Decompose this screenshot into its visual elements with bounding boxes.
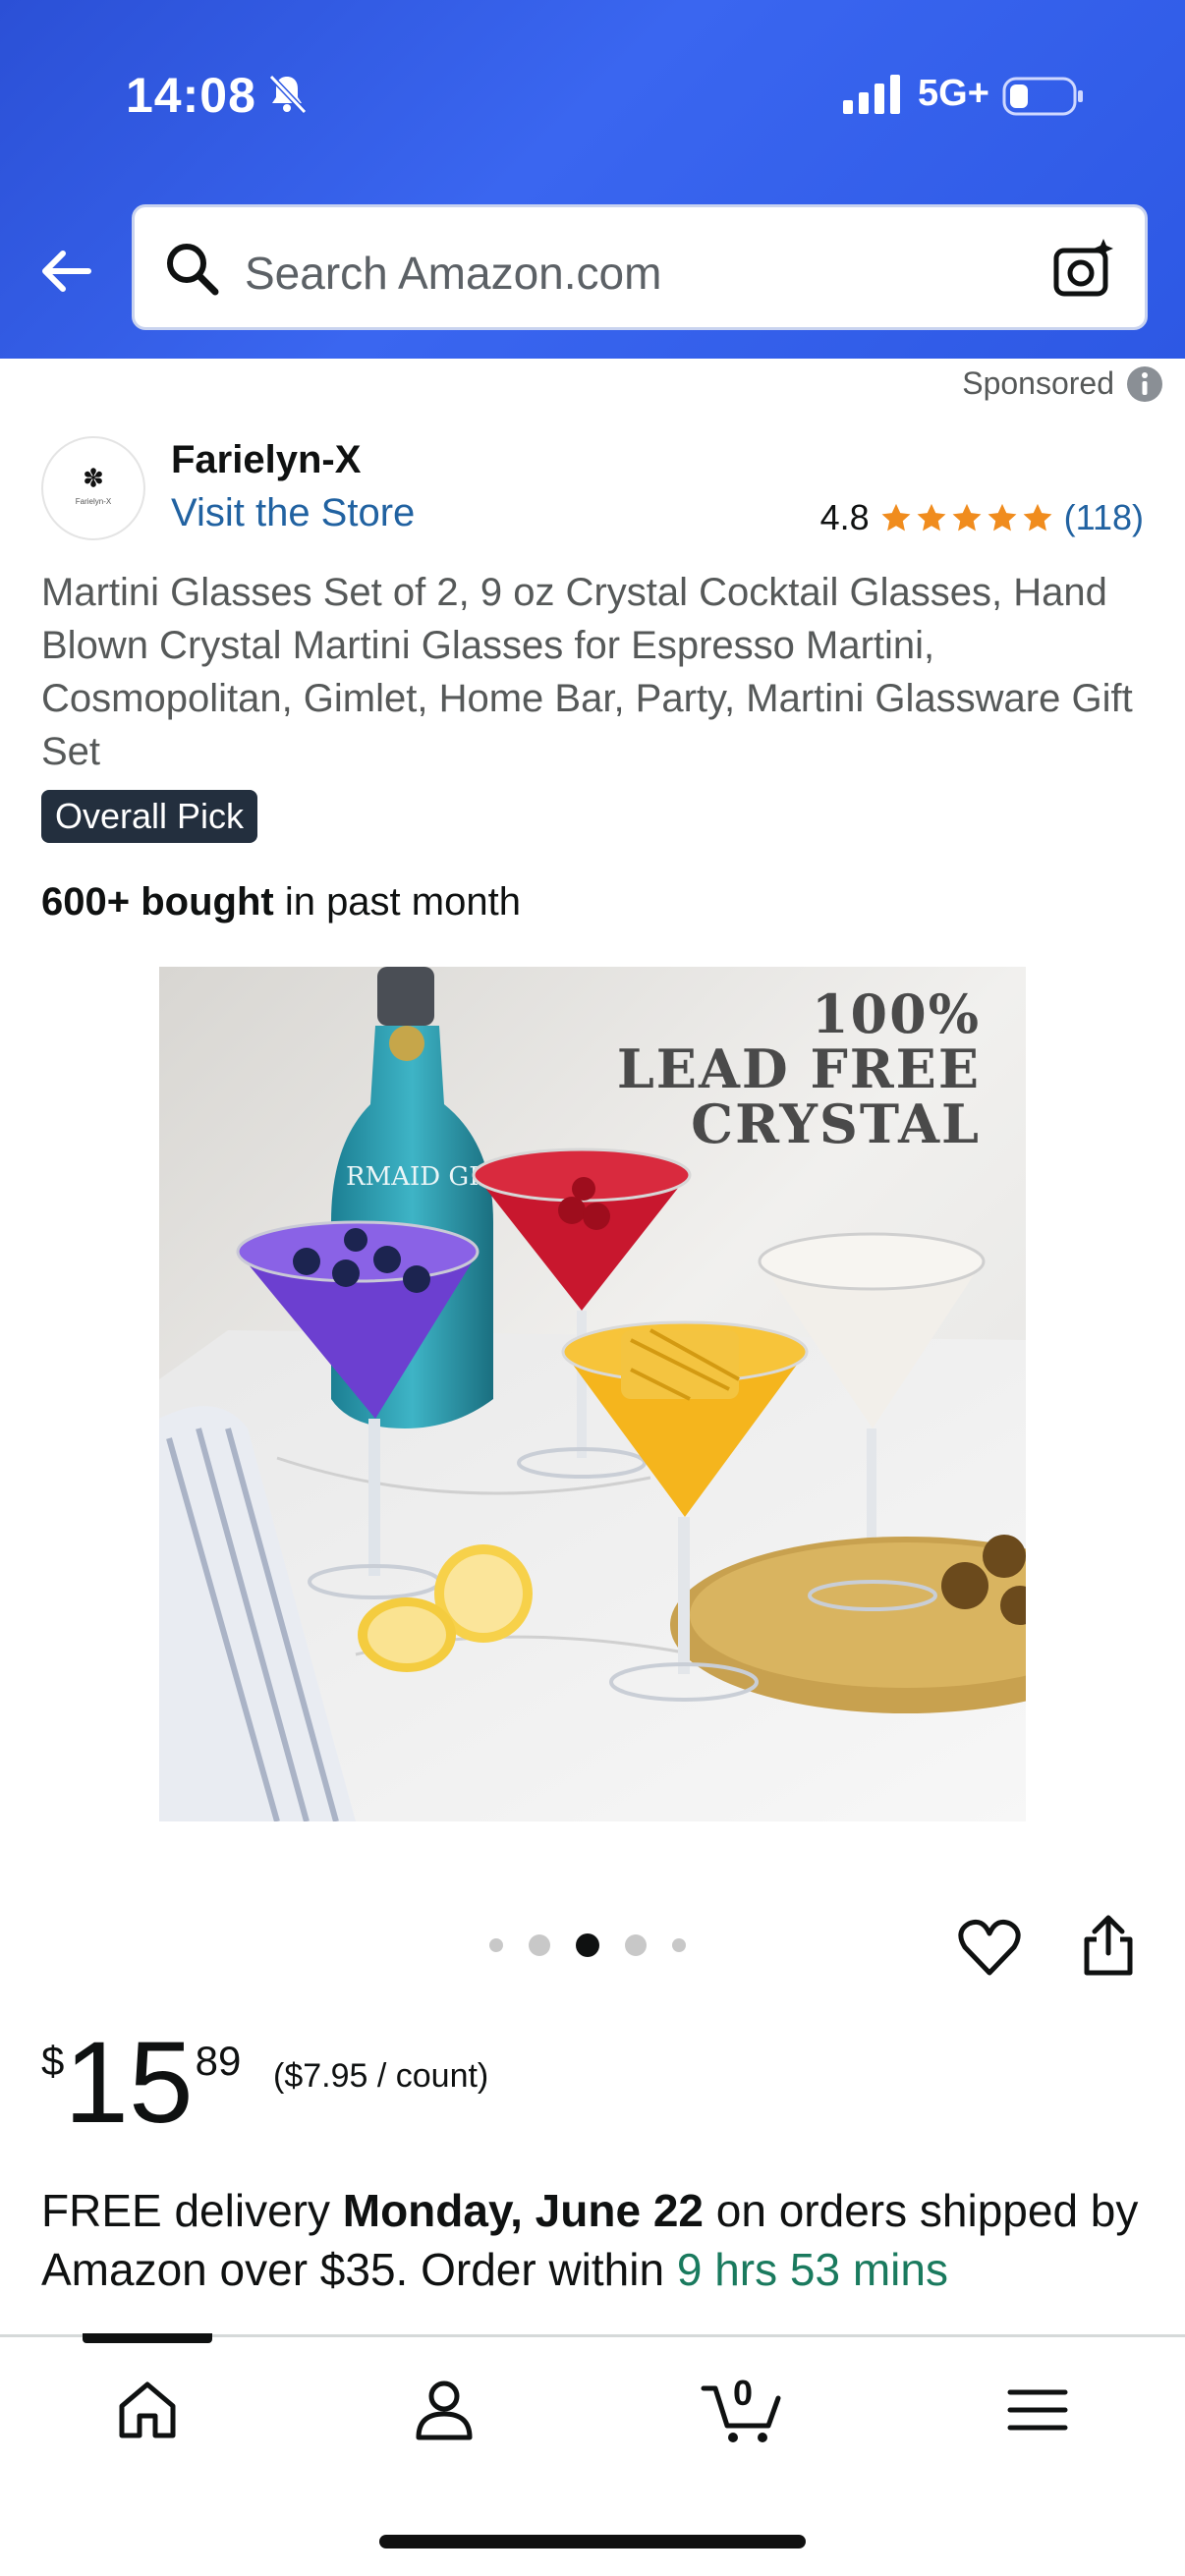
account-icon[interactable]	[409, 2375, 480, 2445]
store-logo-icon: ✽	[83, 463, 104, 493]
star-icon	[952, 503, 982, 532]
overall-pick-badge[interactable]: Overall Pick	[41, 790, 258, 843]
image-caption-line: LEAD FREE	[616, 1037, 981, 1100]
search-bar[interactable]: Search Amazon.com	[132, 204, 1148, 330]
status-time: 14:08	[126, 68, 256, 123]
star-rating	[879, 501, 1054, 534]
search-input[interactable]: Search Amazon.com	[245, 247, 661, 300]
store-logo[interactable]: ✽ Farielyn-X	[41, 436, 145, 540]
home-indicator[interactable]	[379, 2535, 806, 2548]
image-caption-line: 100%	[811, 982, 981, 1045]
menu-icon[interactable]	[1002, 2375, 1073, 2445]
store-logo-text: Farielyn-X	[75, 497, 112, 506]
visit-store-link[interactable]: Visit the Store	[171, 491, 415, 535]
delivery-countdown: 9 hrs 53 mins	[676, 2244, 948, 2295]
carousel-dot-active[interactable]	[576, 1933, 599, 1957]
nav-active-indicator	[83, 2333, 212, 2343]
delivery-date: Monday, June 22	[342, 2185, 704, 2236]
rating-summary[interactable]: 4.8 (118)	[820, 497, 1144, 538]
store-name: Farielyn-X	[171, 438, 362, 481]
search-icon	[167, 244, 219, 296]
price-symbol: $	[41, 2038, 65, 2084]
back-arrow-icon[interactable]	[35, 242, 94, 301]
image-caption-line: CRYSTAL	[691, 1092, 981, 1155]
price-fraction: 89	[195, 2038, 242, 2084]
share-icon[interactable]	[1079, 1912, 1138, 1977]
bought-count: 600+ bought in past month	[41, 880, 521, 924]
delivery-info: FREE delivery Monday, June 22 on orders …	[41, 2181, 1152, 2299]
carousel-dot[interactable]	[489, 1938, 503, 1952]
sponsored-label: Sponsored	[962, 365, 1114, 401]
image-caption: 100% LEAD FREE CRYSTAL	[617, 986, 981, 1151]
bought-count-rest: in past month	[273, 880, 521, 924]
carousel-dots[interactable]	[489, 1933, 686, 1957]
delivery-prefix: FREE delivery	[41, 2185, 343, 2236]
carousel-dot[interactable]	[625, 1934, 647, 1956]
price-whole: 15	[64, 2018, 194, 2148]
star-icon	[917, 503, 946, 532]
rating-count[interactable]: (118)	[1064, 497, 1144, 538]
rating-value: 4.8	[819, 497, 870, 537]
network-label: 5G+	[918, 73, 989, 114]
bought-count-bold: 600+ bought	[41, 880, 274, 924]
carousel-dot[interactable]	[672, 1938, 686, 1952]
product-title: Martini Glasses Set of 2, 9 oz Crystal C…	[41, 571, 1133, 773]
battery-icon	[1002, 77, 1083, 116]
carousel-dot[interactable]	[529, 1934, 550, 1956]
star-icon	[881, 503, 911, 532]
product-image[interactable]: RMAID GIN 100% LEAD FREE CRYSTAL	[159, 967, 1026, 1821]
star-icon	[988, 503, 1017, 532]
camera-search-icon[interactable]	[1050, 235, 1117, 302]
star-icon	[1023, 503, 1052, 532]
cart-count: 0	[733, 2373, 754, 2413]
heart-icon[interactable]	[957, 1916, 1022, 1981]
unit-price: ($7.95 / count)	[273, 2057, 489, 2095]
signal-icon	[843, 75, 900, 114]
info-icon[interactable]	[1126, 365, 1163, 403]
app-header: 14:08 5G+ Search Amazon.com	[0, 0, 1185, 359]
price: $ 15 89	[41, 2024, 241, 2142]
home-icon[interactable]	[112, 2375, 183, 2445]
bell-muted-icon	[268, 74, 308, 115]
